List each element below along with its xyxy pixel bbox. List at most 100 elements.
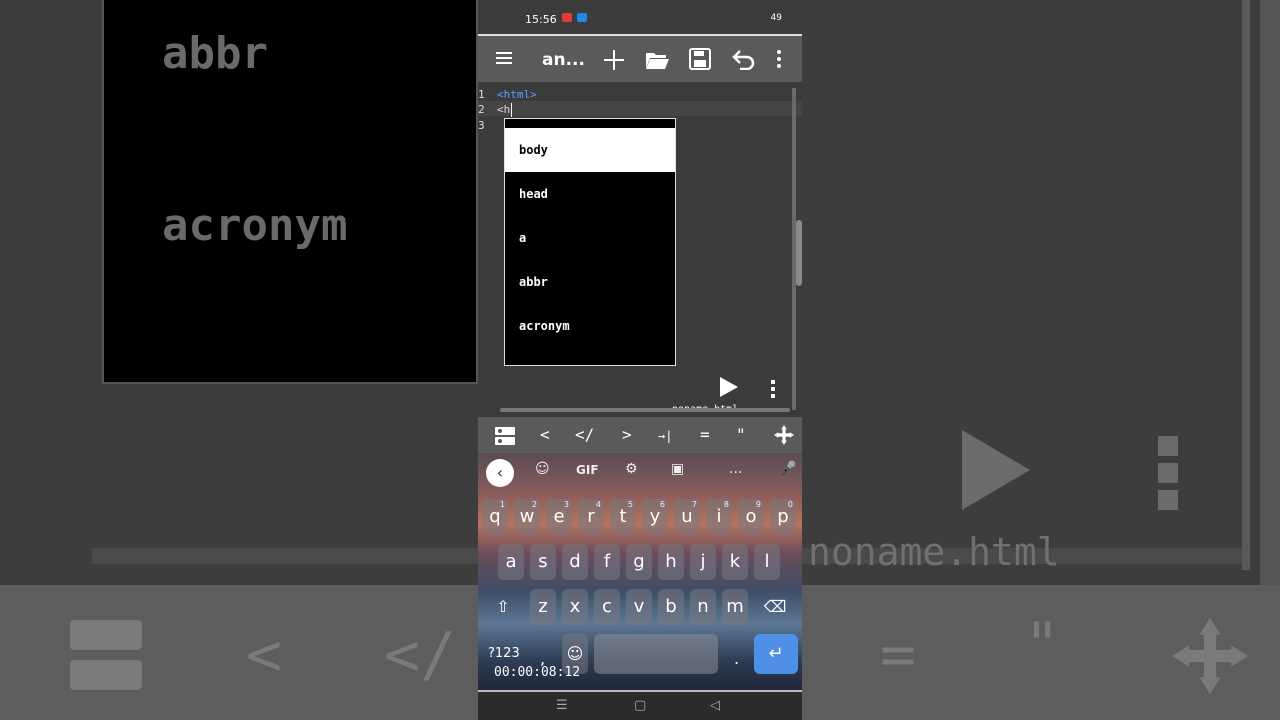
key-t[interactable]: t5 [610,499,636,535]
key-hint: 6 [659,500,665,509]
symbols-mode-key[interactable]: ?123 [488,646,520,661]
key-b[interactable]: b [658,589,684,625]
save-icon[interactable] [689,48,713,72]
key-l[interactable]: l [754,544,780,580]
autocomplete-item[interactable]: a [505,216,675,260]
background-popup [102,0,478,384]
symbol-lt-button[interactable]: < [540,425,550,444]
document-title[interactable]: an... [542,50,585,70]
key-w[interactable]: w2 [514,499,540,535]
key-hint: 2 [531,500,537,509]
line-number: 2 [478,103,485,116]
key-x[interactable]: x [562,589,588,625]
background-right-panel [802,0,1280,585]
backspace-icon[interactable]: ⌫ [762,589,788,625]
back-nav-icon[interactable]: ◁ [710,698,720,713]
status-time: 15:56 [525,13,557,26]
gif-button[interactable]: GIF [576,463,599,477]
settings-icon[interactable]: ⚙ [625,461,638,477]
symbol-close-tag-button[interactable]: </ [575,425,594,444]
tab-icon[interactable]: →| [658,429,672,443]
symbol-equals-button[interactable]: = [700,425,710,444]
key-i[interactable]: i8 [706,499,732,535]
key-label: e [553,506,565,527]
more-vertical-icon[interactable] [776,48,784,72]
background-symbol-close-tag: </ [384,620,457,690]
status-battery: 49 [770,13,782,23]
background-word-abbr: abbr [162,28,268,79]
key-q[interactable]: q1 [482,499,508,535]
plus-icon[interactable] [602,48,626,72]
key-v[interactable]: v [626,589,652,625]
shift-icon[interactable]: ⇧ [490,589,516,625]
move-icon[interactable] [774,425,794,445]
line-number: 3 [478,119,485,132]
enter-icon[interactable]: ↵ [754,634,798,674]
notification-icon [577,13,587,22]
symbol-bar: < </ > →| = " [478,417,802,453]
editor-more-icon[interactable] [771,380,775,401]
menu-icon[interactable] [494,48,518,72]
space-bar[interactable] [594,634,718,674]
horizontal-scrollbar[interactable] [500,408,790,412]
autocomplete-item[interactable]: body [505,128,675,172]
symbol-quote-button[interactable]: " [736,425,746,444]
key-o[interactable]: o9 [738,499,764,535]
autocomplete-item[interactable]: head [505,172,675,216]
key-z[interactable]: z [530,589,556,625]
mic-icon[interactable]: 🎤 [779,461,796,477]
translate-icon[interactable]: ▣ [671,461,684,477]
key-c[interactable]: c [594,589,620,625]
key-label: i [716,506,722,527]
key-p[interactable]: p0 [770,499,796,535]
code-line-current[interactable]: <h [497,103,510,116]
more-icon[interactable]: ... [729,461,742,477]
key-k[interactable]: k [722,544,748,580]
current-line-highlight [478,101,802,116]
key-hint: 8 [723,500,729,509]
background-kebab-dot [1158,436,1178,456]
key-hint: 1 [499,500,505,509]
key-m[interactable]: m [722,589,748,625]
key-n[interactable]: n [690,589,716,625]
autocomplete-item[interactable]: acronym [505,304,675,348]
home-icon[interactable]: ▢ [634,698,646,713]
key-r[interactable]: r4 [578,499,604,535]
key-label: o [745,506,757,527]
background-vertical-scrollbar [1242,0,1250,570]
status-bar: 15:56 49 [478,10,802,30]
layout-icon[interactable] [495,426,515,450]
background-filename: noname.html [808,530,1060,574]
key-label: y [649,506,661,527]
background-scrollbar [92,548,478,564]
app-toolbar: an... [478,34,802,84]
back-icon[interactable]: ‹ [486,459,514,487]
autocomplete-item[interactable]: abbr [505,260,675,304]
recents-icon[interactable]: ☰ [556,698,568,713]
key-e[interactable]: e3 [546,499,572,535]
key-hint: 5 [627,500,633,509]
key-u[interactable]: u7 [674,499,700,535]
popup-header [505,119,675,127]
recording-timer: 00:00:08:12 [494,665,581,680]
undo-icon[interactable] [732,48,756,72]
vertical-scrollbar-thumb[interactable] [796,220,802,286]
phone-screen: 15:56 49 an... 1 2 3 <html> <h body head… [478,0,802,720]
line-number: 1 [478,88,485,101]
background-kebab-dot [1158,463,1178,483]
code-line[interactable]: <html> [497,88,537,101]
key-y[interactable]: y6 [642,499,668,535]
key-hint: 4 [595,500,601,509]
sticker-icon[interactable]: ☺ [535,461,550,477]
key-g[interactable]: g [626,544,652,580]
key-s[interactable]: s [530,544,556,580]
key-a[interactable]: a [498,544,524,580]
folder-open-icon[interactable] [644,48,669,72]
symbol-gt-button[interactable]: > [622,425,632,444]
key-h[interactable]: h [658,544,684,580]
key-f[interactable]: f [594,544,620,580]
period-key[interactable]: . [734,649,739,668]
key-j[interactable]: j [690,544,716,580]
key-d[interactable]: d [562,544,588,580]
run-play-icon[interactable] [720,377,738,397]
